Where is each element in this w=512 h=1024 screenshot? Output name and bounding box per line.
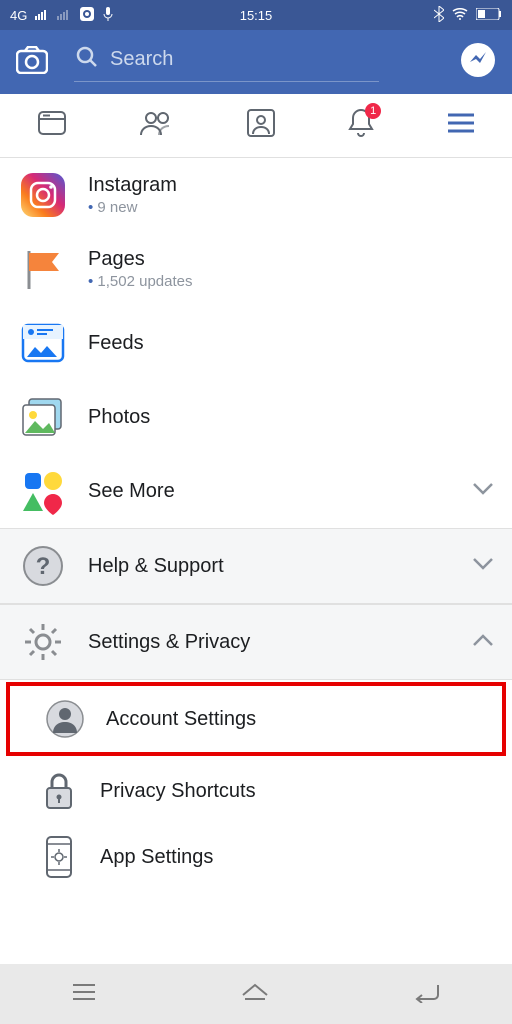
see-more-icon (18, 466, 68, 516)
header-bar (0, 30, 512, 94)
camera-button[interactable] (16, 46, 48, 79)
menu-see-more[interactable]: See More (0, 454, 512, 528)
nav-recent-button[interactable] (70, 982, 98, 1007)
mic-status-icon (103, 7, 113, 24)
lock-icon (38, 770, 80, 812)
photos-icon (18, 392, 68, 442)
help-icon: ? (18, 541, 68, 591)
search-input[interactable] (74, 42, 379, 82)
tab-menu[interactable] (446, 112, 476, 139)
device-nav-bar (0, 964, 512, 1024)
menu-item-title: Instagram (88, 174, 494, 197)
search-field-wrap[interactable] (74, 42, 434, 82)
camera-status-icon (79, 6, 95, 25)
instagram-icon (18, 170, 68, 220)
account-icon (44, 698, 86, 740)
nav-home-button[interactable] (239, 981, 271, 1008)
menu-item-title: See More (88, 480, 452, 503)
notification-badge: 1 (365, 103, 381, 119)
battery-icon (476, 8, 502, 23)
signal2-icon (57, 8, 71, 23)
feeds-icon (18, 318, 68, 368)
menu-instagram[interactable]: Instagram 9 new (0, 158, 512, 232)
bluetooth-icon (434, 6, 444, 25)
chevron-down-icon (472, 557, 494, 576)
menu-item-title: Settings & Privacy (88, 631, 452, 654)
chevron-down-icon (472, 482, 494, 501)
menu-item-title: Help & Support (88, 555, 452, 578)
tab-bar: 1 (0, 94, 512, 158)
menu-feeds[interactable]: Feeds (0, 306, 512, 380)
wifi-icon (452, 8, 468, 23)
menu-item-title: Feeds (88, 332, 494, 355)
app-settings-icon (38, 836, 80, 878)
tab-notifications[interactable]: 1 (347, 107, 375, 144)
menu-app-settings[interactable]: App Settings (0, 824, 512, 890)
signal-icon (35, 8, 49, 23)
tab-newsfeed[interactable] (36, 107, 68, 144)
menu-item-title: App Settings (100, 846, 494, 869)
svg-text:?: ? (36, 553, 51, 580)
gear-icon (18, 617, 68, 667)
messenger-button[interactable] (460, 42, 496, 83)
menu-settings-privacy[interactable]: Settings & Privacy (0, 604, 512, 680)
menu-item-sub: 1,502 updates (88, 273, 494, 290)
network-label: 4G (10, 8, 27, 23)
nav-back-button[interactable] (412, 981, 442, 1008)
menu-item-title: Privacy Shortcuts (100, 780, 494, 803)
menu-item-title: Account Settings (106, 708, 484, 731)
menu-photos[interactable]: Photos (0, 380, 512, 454)
search-icon (76, 46, 98, 73)
tab-profile[interactable] (246, 108, 276, 143)
chevron-up-icon (472, 633, 494, 652)
menu-list: Instagram 9 new Pages 1,502 updates Feed… (0, 158, 512, 890)
menu-account-settings[interactable]: Account Settings (10, 686, 502, 752)
menu-item-sub: 9 new (88, 199, 494, 216)
clock: 15:15 (240, 8, 273, 23)
status-bar: 4G 15:15 (0, 0, 512, 30)
highlight-box: Account Settings (6, 682, 506, 756)
menu-help-support[interactable]: ? Help & Support (0, 528, 512, 604)
menu-pages[interactable]: Pages 1,502 updates (0, 232, 512, 306)
menu-item-title: Photos (88, 406, 494, 429)
pages-flag-icon (18, 244, 68, 294)
menu-item-title: Pages (88, 248, 494, 271)
tab-friends[interactable] (139, 109, 175, 142)
menu-privacy-shortcuts[interactable]: Privacy Shortcuts (0, 758, 512, 824)
